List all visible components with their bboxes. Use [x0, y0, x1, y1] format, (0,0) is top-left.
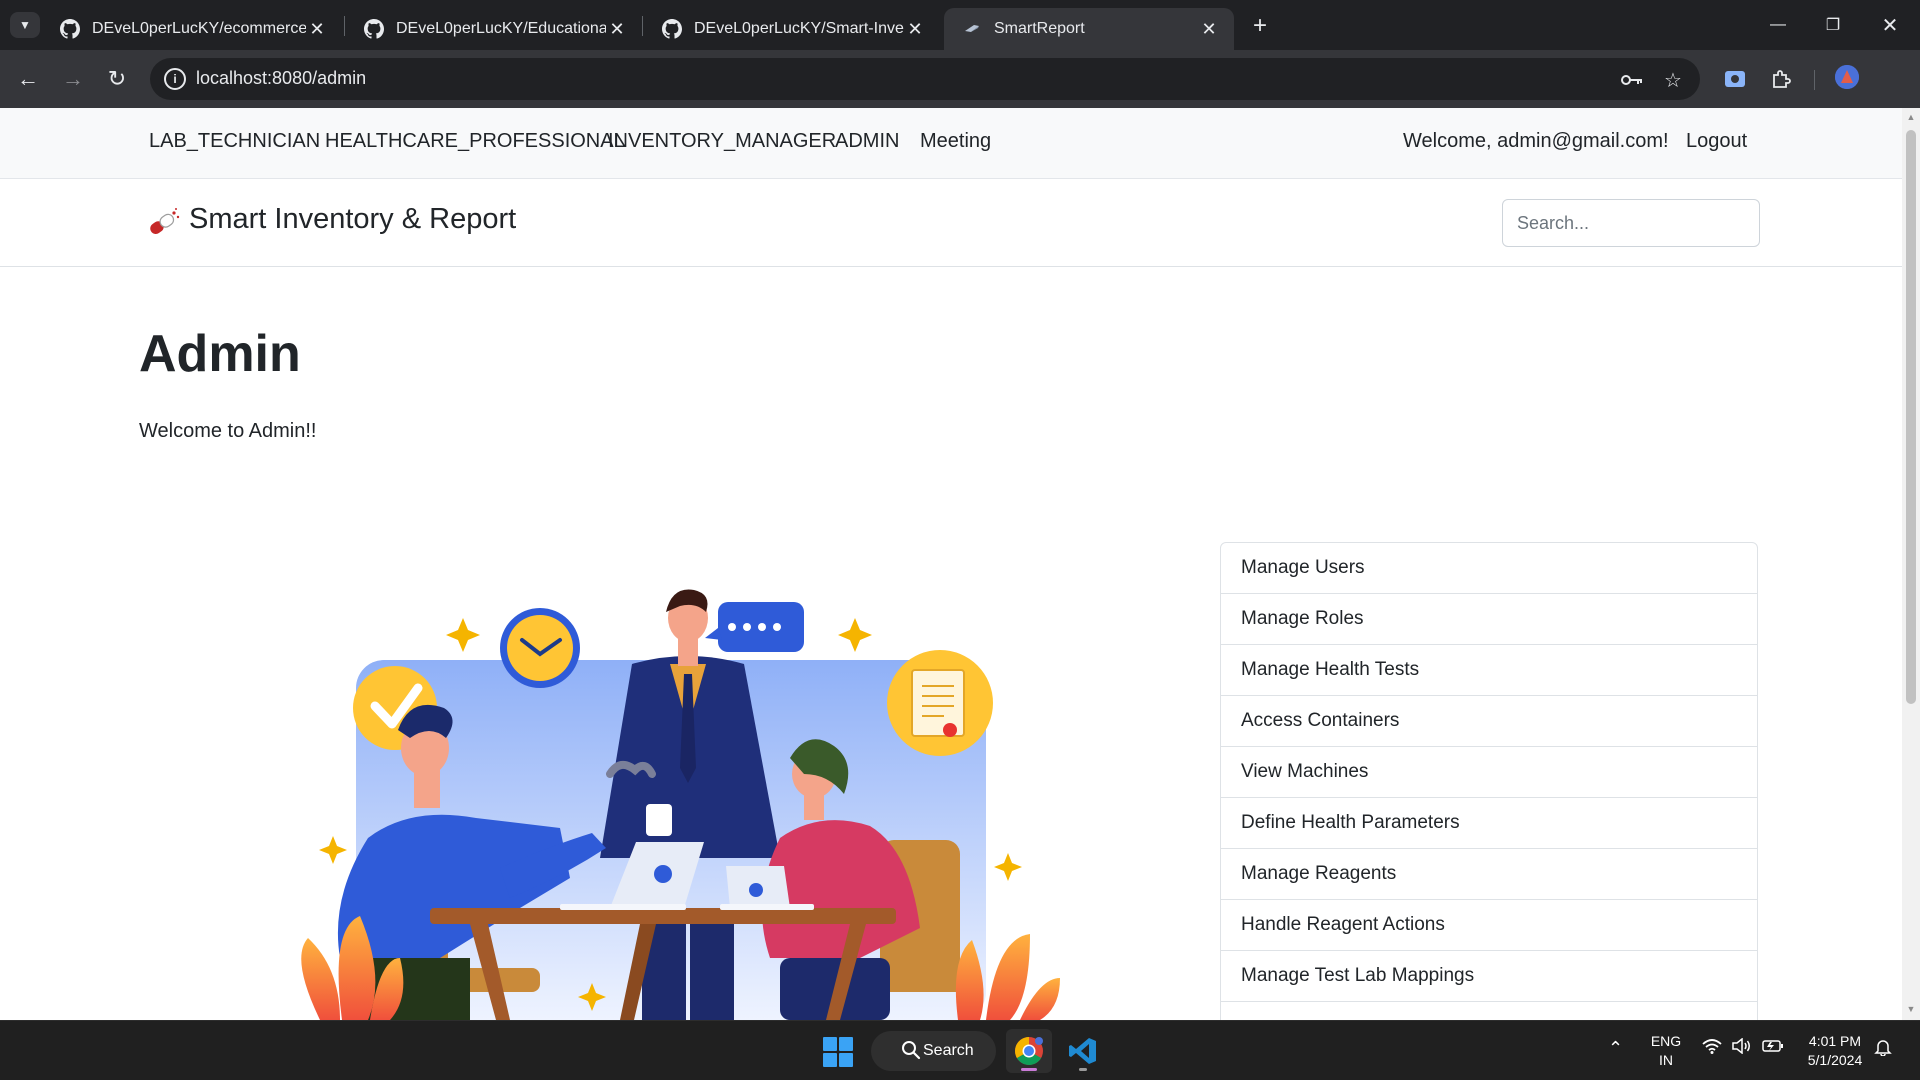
nav-link-meeting[interactable]: Meeting	[920, 130, 991, 153]
menu-item-more[interactable]	[1221, 1002, 1757, 1020]
brand-name[interactable]: Smart Inventory & Report	[189, 203, 516, 236]
browser-toolbar: ← → ↻ i localhost:8080/admin ☆	[0, 50, 1920, 108]
reload-icon[interactable]: ↻	[100, 62, 134, 96]
windows-start-icon[interactable]	[823, 1037, 853, 1067]
github-icon	[662, 19, 682, 39]
profile-avatar-icon[interactable]	[1835, 65, 1859, 89]
bookmark-star-icon[interactable]: ☆	[1659, 66, 1687, 94]
menu-item-manage-users[interactable]: Manage Users	[1221, 543, 1757, 594]
clock-date: 5/1/2024	[1807, 1052, 1863, 1068]
open-app-indicator	[1079, 1068, 1087, 1071]
scroll-up-icon[interactable]: ▲	[1906, 112, 1916, 124]
menu-item-handle-reagent-actions[interactable]: Handle Reagent Actions	[1221, 900, 1757, 951]
welcome-user-text: Welcome, admin@gmail.com!	[1403, 130, 1669, 152]
restore-icon[interactable]: ❐	[1813, 8, 1853, 42]
web-page: LAB_TECHNICIAN HEALTHCARE_PROFESSIONAL I…	[0, 108, 1902, 1020]
page-scrollbar[interactable]: ▲ ▼	[1902, 108, 1920, 1020]
vscode-taskbar-app[interactable]	[1060, 1029, 1106, 1073]
admin-menu-list: Manage Users Manage Roles Manage Health …	[1220, 542, 1758, 1020]
back-icon[interactable]: ←	[11, 62, 45, 96]
address-url[interactable]: localhost:8080/admin	[196, 68, 366, 89]
browser-tab[interactable]: DEveL0perLucKY/Educational-ap ✕	[346, 8, 642, 50]
battery-icon[interactable]	[1762, 1039, 1784, 1057]
nav-link-inventory-manager[interactable]: INVENTORY_MANAGER	[608, 130, 836, 153]
search-input[interactable]	[1502, 199, 1760, 247]
active-app-indicator	[1021, 1068, 1037, 1071]
nav-link-healthcare-professional[interactable]: HEALTHCARE_PROFESSIONAL	[325, 130, 625, 153]
password-key-icon[interactable]	[1618, 66, 1646, 94]
github-icon	[60, 19, 80, 39]
wifi-icon[interactable]	[1702, 1038, 1722, 1058]
team-meeting-illustration	[301, 589, 1060, 1020]
site-info-icon[interactable]: i	[164, 68, 186, 90]
smartreport-favicon-icon	[965, 25, 979, 32]
close-icon[interactable]: ✕	[904, 18, 926, 40]
logout-link[interactable]: Logout	[1686, 130, 1747, 153]
browser-tab[interactable]: DEveL0perLucKY/ecommerce ✕	[42, 8, 342, 50]
close-window-icon[interactable]: ✕	[1870, 8, 1910, 42]
clock[interactable]: 4:01 PM 5/1/2024	[1800, 1032, 1870, 1070]
menu-item-view-machines[interactable]: View Machines	[1221, 747, 1757, 798]
new-tab-icon[interactable]: +	[1246, 12, 1274, 40]
chrome-taskbar-app[interactable]	[1006, 1029, 1052, 1073]
menu-item-manage-reagents[interactable]: Manage Reagents	[1221, 849, 1757, 900]
taskbar-search-button[interactable]: Search	[871, 1031, 996, 1071]
menu-item-manage-roles[interactable]: Manage Roles	[1221, 594, 1757, 645]
taskbar-search-label: Search	[923, 1042, 974, 1059]
clock-time: 4:01 PM	[1808, 1033, 1862, 1049]
menu-item-manage-health-tests[interactable]: Manage Health Tests	[1221, 645, 1757, 696]
screen-cast-icon[interactable]	[1718, 62, 1752, 96]
brand-header: Smart Inventory & Report	[0, 179, 1902, 267]
extensions-icon[interactable]	[1764, 62, 1798, 96]
language-indicator[interactable]: ENG IN	[1648, 1032, 1684, 1070]
role-navbar: LAB_TECHNICIAN HEALTHCARE_PROFESSIONAL I…	[0, 108, 1902, 179]
forward-icon[interactable]: →	[56, 62, 90, 96]
nav-link-admin[interactable]: ADMIN	[835, 130, 899, 153]
chevron-up-icon[interactable]: ⌃	[1608, 1038, 1623, 1059]
close-icon[interactable]: ✕	[606, 18, 628, 40]
browser-tab-bar: ▼ DEveL0perLucKY/ecommerce ✕ DEveL0perLu…	[0, 0, 1920, 50]
scroll-down-icon[interactable]: ▼	[1906, 1004, 1916, 1016]
nav-link-lab-technician[interactable]: LAB_TECHNICIAN	[149, 130, 320, 153]
chrome-icon	[1015, 1037, 1043, 1065]
language-region: IN	[1659, 1052, 1673, 1068]
menu-item-access-containers[interactable]: Access Containers	[1221, 696, 1757, 747]
menu-item-manage-test-lab-mappings[interactable]: Manage Test Lab Mappings	[1221, 951, 1757, 1002]
search-icon	[902, 1041, 921, 1060]
minimize-icon[interactable]: —	[1758, 8, 1798, 42]
github-icon	[364, 19, 384, 39]
tab-title: SmartReport	[994, 20, 1085, 37]
address-bar[interactable]: i localhost:8080/admin ☆	[150, 58, 1700, 100]
tab-title: DEveL0perLucKY/Smart-Invento	[694, 20, 904, 37]
menu-item-define-health-parameters[interactable]: Define Health Parameters	[1221, 798, 1757, 849]
vscode-icon	[1069, 1038, 1096, 1064]
language-code: ENG	[1650, 1033, 1682, 1049]
browser-tab[interactable]: DEveL0perLucKY/Smart-Invento ✕	[644, 8, 940, 50]
close-icon[interactable]: ✕	[306, 18, 328, 40]
toolbar-divider	[1814, 70, 1815, 90]
page-title: Admin	[139, 325, 301, 383]
scroll-thumb[interactable]	[1906, 130, 1916, 704]
tab-separator	[344, 16, 345, 36]
browser-tab-active[interactable]: SmartReport ✕	[944, 8, 1234, 50]
brand-pill-icon[interactable]	[145, 206, 181, 238]
tab-title: DEveL0perLucKY/Educational-ap	[396, 20, 606, 37]
close-icon[interactable]: ✕	[1198, 18, 1220, 40]
tab-separator	[642, 16, 643, 36]
notification-bell-icon[interactable]	[1874, 1038, 1892, 1060]
tab-search-icon[interactable]: ▼	[10, 12, 40, 38]
tab-title: DEveL0perLucKY/ecommerce	[92, 20, 306, 37]
windows-taskbar: Search ⌃ ENG IN 4:01 PM 5/1/2024	[0, 1020, 1920, 1080]
volume-icon[interactable]	[1732, 1037, 1752, 1058]
welcome-message: Welcome to Admin!!	[139, 420, 317, 442]
